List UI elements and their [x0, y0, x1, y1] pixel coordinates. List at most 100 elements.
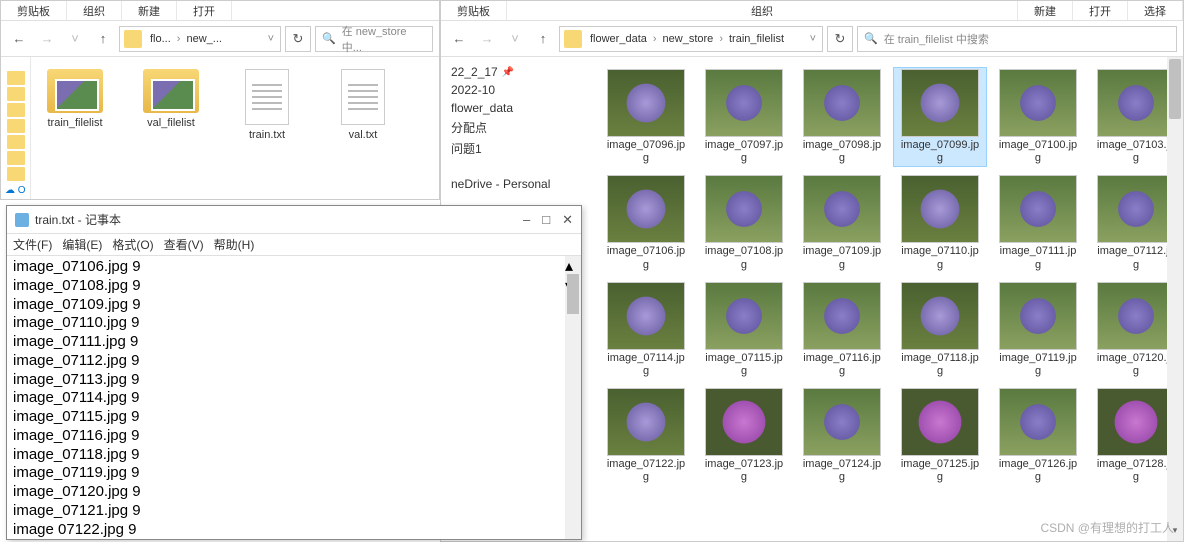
- thumbnail-item[interactable]: image_07109.jpg: [795, 173, 889, 273]
- thumbnail-item[interactable]: image_07124.jpg: [795, 386, 889, 486]
- thumbnail-item[interactable]: image_07097.jpg: [697, 67, 791, 167]
- folder-item-train-filelist[interactable]: train_filelist: [39, 69, 111, 129]
- quick-item[interactable]: 2022-10: [441, 81, 589, 99]
- refresh-button[interactable]: ↻: [827, 26, 853, 52]
- thumbnail-item[interactable]: image_07119.jpg: [991, 280, 1085, 380]
- onedrive-icon[interactable]: ☁ O: [5, 185, 26, 196]
- thumbnail-item[interactable]: image_07098.jpg: [795, 67, 889, 167]
- ribbon-tab-select[interactable]: 选择: [1128, 1, 1183, 20]
- ribbon-tab-new[interactable]: 新建: [1018, 1, 1073, 20]
- quick-item[interactable]: 22_2_17📌: [441, 63, 589, 81]
- text-line: image_07113.jpg 9: [13, 371, 575, 390]
- ribbon-tab-new[interactable]: 新建: [122, 1, 177, 20]
- thumbnail-item[interactable]: image_07126.jpg: [991, 386, 1085, 486]
- thumbnail-item[interactable]: image_07100.jpg: [991, 67, 1085, 167]
- breadcrumb-item[interactable]: new_store: [659, 33, 718, 45]
- breadcrumb-item[interactable]: new_...: [182, 33, 225, 45]
- search-input-right[interactable]: 🔍 在 train_filelist 中搜索: [857, 26, 1177, 52]
- up-button[interactable]: ↑: [531, 27, 555, 51]
- forward-button[interactable]: →: [35, 27, 59, 51]
- text-line: image_07118.jpg 9: [13, 446, 575, 465]
- thumbnail-item[interactable]: image_07122.jpg: [599, 386, 693, 486]
- breadcrumb-left[interactable]: flo... › new_... ˅: [119, 26, 281, 52]
- folder-icon: [124, 30, 142, 48]
- text-line: image_07116.jpg 9: [13, 427, 575, 446]
- back-button[interactable]: ←: [447, 27, 471, 51]
- sidebar-left[interactable]: ☁ O: [1, 57, 31, 199]
- breadcrumb-item[interactable]: flo...: [146, 33, 175, 45]
- thumbnail-item[interactable]: image_07115.jpg: [697, 280, 791, 380]
- file-item-val-txt[interactable]: val.txt: [327, 69, 399, 141]
- breadcrumb-right[interactable]: flower_data › new_store › train_filelist…: [559, 26, 823, 52]
- folder-icon: [47, 69, 103, 113]
- thumbnail-label: image_07120.jpg: [1097, 352, 1175, 378]
- thumbnail-item[interactable]: image_07106.jpg: [599, 173, 693, 273]
- scrollbar-thumb[interactable]: [567, 274, 579, 314]
- thumbnail-grid: image_07096.jpgimage_07097.jpgimage_0709…: [599, 67, 1183, 487]
- scroll-up-icon[interactable]: ▴: [565, 256, 581, 276]
- notepad-titlebar[interactable]: train.txt - 记事本 – □ ✕: [7, 206, 581, 234]
- ribbon-tab-clipboard[interactable]: 剪贴板: [1, 1, 67, 20]
- breadcrumb-item[interactable]: train_filelist: [725, 33, 788, 45]
- chevron-down-icon[interactable]: ˅: [804, 33, 822, 45]
- recent-dropdown[interactable]: ˅: [503, 27, 527, 51]
- folder-icon[interactable]: [7, 135, 25, 149]
- thumbnail-item[interactable]: image_07111.jpg: [991, 173, 1085, 273]
- menu-format[interactable]: 格式(O): [112, 236, 153, 253]
- thumbnail-item[interactable]: image_07125.jpg: [893, 386, 987, 486]
- thumbnail-item[interactable]: image_07108.jpg: [697, 173, 791, 273]
- vertical-scrollbar[interactable]: ▴ ▾: [1167, 57, 1183, 541]
- text-line: image_07109.jpg 9: [13, 296, 575, 315]
- back-button[interactable]: ←: [7, 27, 31, 51]
- thumbnail-label: image_07128.jpg: [1097, 458, 1175, 484]
- ribbon-tab-organize[interactable]: 组织: [67, 1, 122, 20]
- maximize-button[interactable]: □: [542, 212, 550, 228]
- text-line: image_07106.jpg 9: [13, 258, 575, 277]
- ribbon-tab-clipboard[interactable]: 剪贴板: [441, 1, 507, 20]
- search-input-left[interactable]: 🔍 在 new_store 中...: [315, 26, 433, 52]
- quick-item[interactable]: 问题1: [441, 138, 589, 159]
- folder-icon[interactable]: [7, 119, 25, 133]
- folder-icon[interactable]: [7, 167, 25, 181]
- notepad-scrollbar[interactable]: ▴ ▾: [565, 256, 581, 539]
- ribbon-tab-organize[interactable]: 组织: [507, 1, 1018, 20]
- thumbnail-label: image_07103.jpg: [1097, 139, 1175, 165]
- folder-item-val-filelist[interactable]: val_filelist: [135, 69, 207, 129]
- thumbnail-label: image_07100.jpg: [999, 139, 1077, 165]
- file-item-train-txt[interactable]: train.txt: [231, 69, 303, 141]
- up-button[interactable]: ↑: [91, 27, 115, 51]
- menu-view[interactable]: 查看(V): [164, 236, 204, 253]
- recent-dropdown[interactable]: ˅: [63, 27, 87, 51]
- thumbnail-item[interactable]: image_07114.jpg: [599, 280, 693, 380]
- refresh-button[interactable]: ↻: [285, 26, 311, 52]
- folder-icon[interactable]: [7, 87, 25, 101]
- quick-item-onedrive[interactable]: neDrive - Personal: [441, 175, 589, 193]
- notepad-textarea[interactable]: image_07106.jpg 9image_07108.jpg 9image_…: [7, 256, 581, 539]
- scrollbar-thumb[interactable]: [1169, 59, 1181, 119]
- search-icon: 🔍: [864, 32, 878, 45]
- folder-icon[interactable]: [7, 71, 25, 85]
- ribbon-tab-open[interactable]: 打开: [1073, 1, 1128, 20]
- thumbnail-item[interactable]: image_07123.jpg: [697, 386, 791, 486]
- thumbnail-item[interactable]: image_07116.jpg: [795, 280, 889, 380]
- folder-icon[interactable]: [7, 103, 25, 117]
- image-thumbnail: [1097, 388, 1175, 456]
- image-thumbnail: [999, 388, 1077, 456]
- navbar-left: ← → ˅ ↑ flo... › new_... ˅ ↻ 🔍 在 new_sto…: [1, 21, 439, 57]
- folder-icon[interactable]: [7, 151, 25, 165]
- thumbnail-item[interactable]: image_07099.jpg: [893, 67, 987, 167]
- menu-file[interactable]: 文件(F): [13, 236, 52, 253]
- close-button[interactable]: ✕: [562, 212, 573, 228]
- menu-edit[interactable]: 编辑(E): [62, 236, 102, 253]
- minimize-button[interactable]: –: [523, 212, 530, 228]
- thumbnail-item[interactable]: image_07118.jpg: [893, 280, 987, 380]
- menu-help[interactable]: 帮助(H): [214, 236, 255, 253]
- quick-item[interactable]: flower_data: [441, 99, 589, 117]
- quick-item[interactable]: 分配点: [441, 117, 589, 138]
- ribbon-tab-open[interactable]: 打开: [177, 1, 232, 20]
- forward-button[interactable]: →: [475, 27, 499, 51]
- breadcrumb-item[interactable]: flower_data: [586, 33, 651, 45]
- thumbnail-item[interactable]: image_07110.jpg: [893, 173, 987, 273]
- chevron-down-icon[interactable]: ˅: [262, 33, 280, 45]
- thumbnail-item[interactable]: image_07096.jpg: [599, 67, 693, 167]
